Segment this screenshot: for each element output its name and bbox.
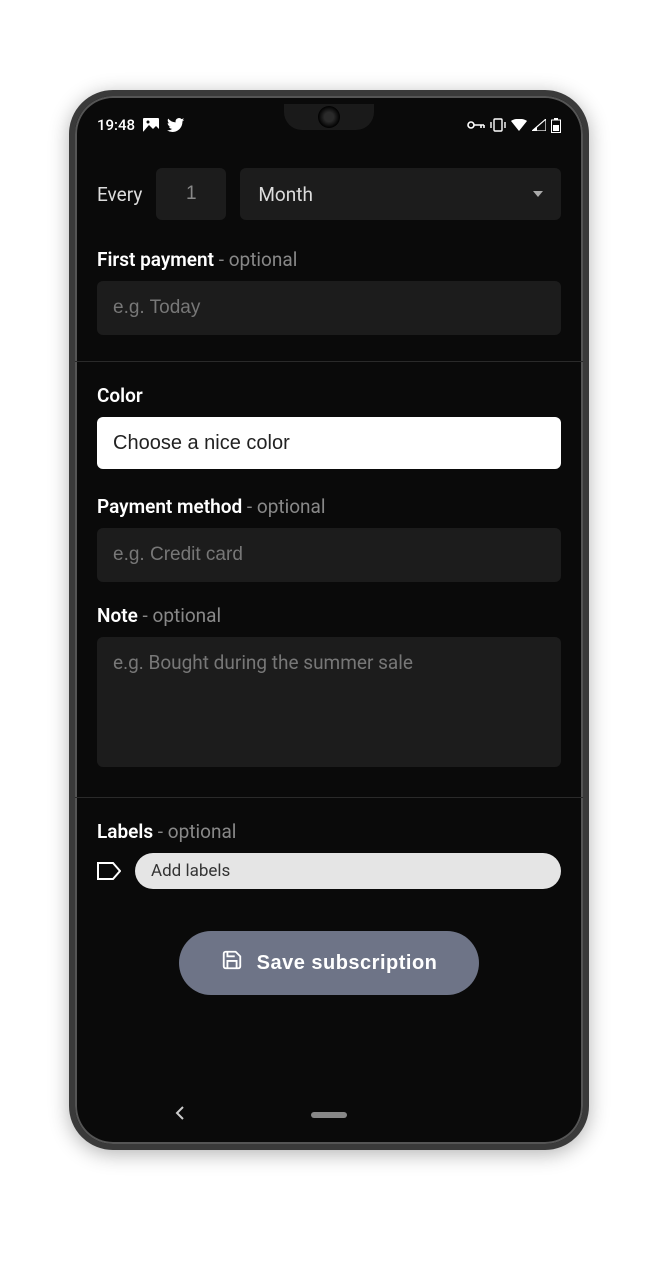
divider (75, 797, 583, 798)
divider (75, 361, 583, 362)
battery-icon (551, 118, 561, 133)
color-picker-button[interactable]: Choose a nice color (97, 417, 561, 469)
interval-input[interactable] (156, 168, 226, 220)
twitter-icon (167, 118, 185, 133)
unit-select[interactable]: Month (240, 168, 561, 220)
payment-method-input[interactable] (97, 528, 561, 582)
back-button[interactable] (175, 1105, 185, 1126)
note-label: Note - optional (97, 604, 561, 627)
vibrate-icon (490, 118, 506, 132)
home-indicator[interactable] (311, 1112, 347, 1118)
first-payment-label: First payment - optional (97, 248, 561, 271)
payment-method-label: Payment method - optional (97, 495, 561, 518)
note-input[interactable] (97, 637, 561, 767)
status-time: 19:48 (97, 116, 135, 134)
every-label: Every (97, 183, 142, 206)
signal-icon (532, 119, 546, 131)
tag-icon (97, 862, 121, 880)
save-subscription-button[interactable]: Save subscription (179, 931, 479, 995)
wifi-icon (511, 119, 527, 131)
color-label: Color (97, 384, 561, 407)
save-icon (221, 949, 243, 977)
add-labels-button[interactable]: Add labels (135, 853, 561, 889)
labels-label: Labels - optional (97, 820, 561, 843)
chevron-down-icon (533, 191, 543, 197)
nav-bar (75, 1086, 583, 1144)
key-icon (467, 120, 485, 130)
image-icon (143, 118, 159, 132)
first-payment-input[interactable] (97, 281, 561, 335)
unit-selected-label: Month (258, 183, 313, 206)
